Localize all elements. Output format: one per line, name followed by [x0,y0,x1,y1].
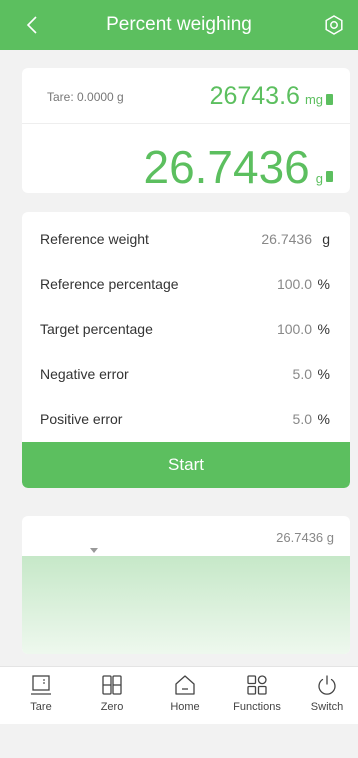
param-unit: g [322,231,330,247]
param-unit: % [317,411,330,427]
chart-marker-icon [90,548,98,553]
header-bar: Percent weighing [0,0,358,50]
param-label: Reference weight [40,231,149,247]
tare-row: Tare: 0.0000 g 26743.6 mg [22,68,350,124]
chart-readout: 26.7436 g [276,530,334,545]
param-row-target-percentage[interactable]: Target percentage 100.0 % [22,306,350,350]
small-weight-readout: 26743.6 mg [210,82,333,111]
nav-label: Switch [310,701,344,713]
param-value: 26.7436 [261,231,312,247]
chart-fill-area [22,556,350,654]
param-label: Negative error [40,366,129,382]
home-icon [175,675,195,695]
param-label: Reference percentage [40,276,179,292]
bottom-nav: Tare Zero Home Functions Switch [0,666,358,724]
big-weight-value: 26.7436 [143,141,310,193]
tare-icon [31,675,51,695]
parameters-card: Reference weight 26.7436 g Reference per… [22,212,350,488]
weight-chart-card: 26.7436 g [22,516,350,654]
power-icon [318,675,336,695]
param-unit: % [317,321,330,337]
small-weight-value: 26743.6 [209,82,300,110]
nav-label: Home [170,701,200,713]
param-value: 5.0 [292,411,312,427]
tare-label: Tare: 0.0000 g [47,90,124,104]
param-row-positive-error[interactable]: Positive error 5.0 % [22,396,350,440]
param-label: Target percentage [40,321,153,337]
page-title: Percent weighing [106,14,252,35]
functions-icon [247,675,267,695]
param-unit: % [317,366,330,382]
param-unit: % [317,276,330,292]
small-weight-unit: mg [304,92,323,107]
param-row-reference-percentage[interactable]: Reference percentage 100.0 % [22,261,350,305]
nav-label: Functions [233,701,281,713]
big-weight-readout: 26.7436 g [143,140,333,194]
param-value: 5.0 [292,366,312,382]
param-row-negative-error[interactable]: Negative error 5.0 % [22,351,350,395]
param-value: 100.0 [276,321,312,337]
big-weight-unit: g [315,171,323,186]
start-button[interactable]: Start [22,442,350,488]
nav-label: Zero [100,701,124,713]
nav-label: Tare [30,701,52,713]
weight-display-card: Tare: 0.0000 g 26743.6 mg 26.7436 g [22,68,350,193]
param-value: 100.0 [276,276,312,292]
stable-indicator-icon [326,171,333,182]
gear-icon[interactable] [322,13,346,37]
nav-item-functions[interactable]: Functions [222,673,292,713]
param-label: Positive error [40,411,123,427]
nav-item-home[interactable]: Home [150,673,220,713]
nav-item-zero[interactable]: Zero [77,673,147,713]
nav-item-tare[interactable]: Tare [6,673,76,713]
nav-item-switch[interactable]: Switch [292,673,358,713]
stable-indicator-icon [326,94,333,105]
zero-icon [102,675,122,695]
param-row-reference-weight[interactable]: Reference weight 26.7436 g [22,216,350,260]
